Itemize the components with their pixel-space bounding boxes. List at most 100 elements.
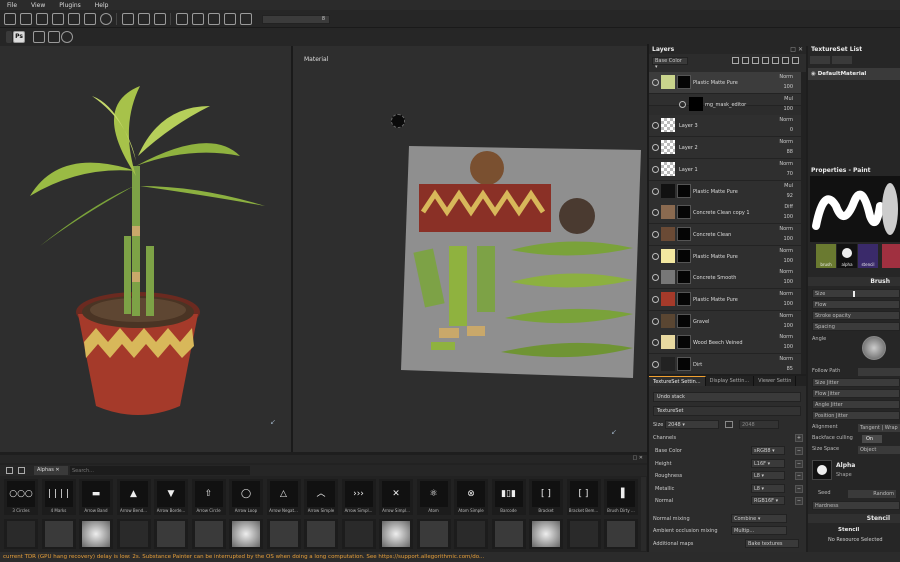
layer-opacity[interactable]: 100 xyxy=(783,344,793,350)
layers-scrollbar[interactable] xyxy=(801,72,806,374)
shelf-alpha-item[interactable]: ▐ Brush Dirty ... xyxy=(604,479,638,515)
photoshop-export-icon[interactable]: Ps xyxy=(13,31,25,43)
visibility-eye-icon[interactable] xyxy=(652,274,659,282)
shelf-filter-icon[interactable] xyxy=(18,467,25,474)
random-button[interactable]: Random xyxy=(848,490,896,498)
visibility-eye-icon[interactable] xyxy=(652,361,659,369)
layer-row[interactable]: Concrete Clean copy 1 Diff 100 xyxy=(649,202,801,225)
shelf-trash-icon[interactable] xyxy=(6,467,13,474)
brush-section-header[interactable]: Brush xyxy=(808,277,900,286)
tab-textureset-settings[interactable]: TextureSet Settin... xyxy=(649,376,706,386)
shelf-alpha-item[interactable]: | | | | 4 Marks xyxy=(41,479,76,515)
visibility-eye-icon[interactable] xyxy=(652,187,659,195)
shelf-alpha-item[interactable] xyxy=(4,519,38,549)
angle-dial[interactable] xyxy=(862,336,886,360)
menu-file[interactable]: File xyxy=(0,2,24,9)
layout-icon[interactable] xyxy=(224,13,236,25)
layer-blend-mode[interactable]: Mul xyxy=(784,96,793,102)
flow-slider[interactable]: Flow xyxy=(812,300,900,309)
projection-tool-icon[interactable] xyxy=(36,13,48,25)
remove-channel-icon[interactable]: − xyxy=(795,447,803,455)
shelf-search-input[interactable] xyxy=(70,466,250,475)
view-mode-icon[interactable] xyxy=(176,13,188,25)
tslist-button-1[interactable] xyxy=(810,56,830,64)
cube-view-icon[interactable] xyxy=(208,13,220,25)
layer-row[interactable]: Layer 2 Norm 88 xyxy=(649,137,801,160)
alpha-thumb[interactable]: alpha xyxy=(837,244,857,268)
layer-opacity[interactable]: 0 xyxy=(790,127,793,133)
add-channel-icon[interactable]: + xyxy=(795,434,803,442)
layer-blend-mode[interactable]: Norm xyxy=(779,313,793,319)
layer-row[interactable]: Plastic Matte Pure Norm 100 xyxy=(649,289,801,311)
visible-icon[interactable]: ◉ xyxy=(811,71,816,77)
layer-blend-mode[interactable]: Norm xyxy=(779,291,793,297)
lock-icon[interactable] xyxy=(725,421,733,428)
eraser-tool-icon[interactable] xyxy=(20,13,32,25)
lazy-mouse-icon[interactable] xyxy=(138,13,150,25)
camera-icon[interactable] xyxy=(192,13,204,25)
visibility-eye-icon[interactable] xyxy=(652,230,659,238)
shelf-alpha-item[interactable]: ▬ Arrow Band xyxy=(79,479,113,515)
ao-mixing-select[interactable]: Multip... xyxy=(731,526,787,535)
screenshot-icon[interactable] xyxy=(240,13,252,25)
remove-channel-icon[interactable]: − xyxy=(795,497,803,505)
menu-help[interactable]: Help xyxy=(88,2,116,9)
shelf-alpha-item[interactable]: ▮▯▮ Barcode xyxy=(491,479,526,515)
shelf-alpha-item[interactable]: ⚛ Atom xyxy=(416,479,451,515)
size-slider[interactable]: Size xyxy=(812,289,900,298)
layer-opacity[interactable]: 85 xyxy=(787,366,793,372)
shelf-alpha-item[interactable] xyxy=(79,519,113,549)
shelf-alpha-item[interactable]: [ ] Bracket Bem... xyxy=(566,479,601,515)
shelf-alpha-item[interactable]: ✕ Arrow Simpl... xyxy=(379,479,413,515)
shelf-alpha-item[interactable]: ○○○ 3 Circles xyxy=(4,479,38,515)
add-effect-icon[interactable] xyxy=(762,57,769,64)
panel-close-icon[interactable]: □ ✕ xyxy=(790,46,803,53)
position-jitter-slider[interactable]: Position Jitter xyxy=(812,411,900,420)
shelf-alpha-item[interactable]: ⇧ Arrow Circle xyxy=(191,479,226,515)
shelf-alpha-item[interactable]: [ ] Bracket xyxy=(529,479,563,515)
add-layer-icon[interactable] xyxy=(742,57,749,64)
shelf-alpha-item[interactable]: ▲ Arrow Bend... xyxy=(116,479,151,515)
layer-opacity[interactable]: 100 xyxy=(783,84,793,90)
layer-opacity[interactable]: 70 xyxy=(787,171,793,177)
layer-row[interactable]: Plastic Matte Pure Mul 92 xyxy=(649,180,801,203)
stencil-section-header[interactable]: Stencil xyxy=(808,514,900,523)
visibility-eye-icon[interactable] xyxy=(652,296,659,303)
shelf-alpha-item[interactable] xyxy=(154,519,188,549)
tslist-button-2[interactable] xyxy=(832,56,852,64)
layer-blend-mode[interactable]: Norm xyxy=(779,139,793,145)
layer-row[interactable]: Concrete Smooth Norm 100 xyxy=(649,267,801,290)
remove-channel-icon[interactable]: − xyxy=(795,484,803,493)
shelf-alpha-item[interactable] xyxy=(529,519,563,549)
smudge-tool-icon[interactable] xyxy=(68,13,80,25)
channel-format-select[interactable]: L8 ▾ xyxy=(751,471,785,480)
layer-opacity[interactable]: 100 xyxy=(783,258,793,264)
layer-blend-mode[interactable]: Norm xyxy=(779,74,793,80)
shelf-alpha-item[interactable]: ⊗ Atom Simple xyxy=(454,479,488,515)
visibility-eye-icon[interactable] xyxy=(652,317,659,325)
layer-blend-mode[interactable]: Norm xyxy=(779,248,793,254)
paint-tool-icon[interactable] xyxy=(4,13,16,25)
remove-channel-icon[interactable]: − xyxy=(795,459,803,468)
menu-view[interactable]: View xyxy=(24,2,52,9)
size-select[interactable]: 2048 ▾ xyxy=(665,420,719,429)
channel-select[interactable]: Base Color ▾ xyxy=(652,57,688,70)
size-slider-handle[interactable] xyxy=(853,291,855,297)
shelf-alpha-item[interactable] xyxy=(566,519,601,549)
shelf-alpha-item[interactable]: ◯ Arrow Loop xyxy=(229,479,263,515)
shelf-close-icon[interactable]: □ ✕ xyxy=(632,455,643,461)
add-folder-icon[interactable] xyxy=(772,57,779,64)
visibility-eye-icon[interactable] xyxy=(652,122,659,130)
layer-blend-mode[interactable]: Diff xyxy=(784,204,793,210)
tab-viewer-settings[interactable]: Viewer Settin xyxy=(754,376,797,386)
alpha-shape-thumb[interactable] xyxy=(812,460,832,480)
geometry-fill-icon[interactable] xyxy=(52,13,64,25)
angle-jitter-slider[interactable]: Angle Jitter xyxy=(812,400,900,409)
shelf-tab-alphas[interactable]: Alphas ✕ xyxy=(34,466,68,475)
duplicate-icon[interactable] xyxy=(782,57,789,64)
channel-format-select[interactable]: L16F ▾ xyxy=(751,458,785,468)
shelf-alpha-item[interactable] xyxy=(229,519,263,549)
layer-row[interactable]: Gravel Norm 100 xyxy=(649,310,801,333)
size-jitter-slider[interactable]: Size Jitter xyxy=(812,378,900,387)
shelf-alpha-item[interactable]: ︿ Arrow Simple xyxy=(304,479,338,515)
